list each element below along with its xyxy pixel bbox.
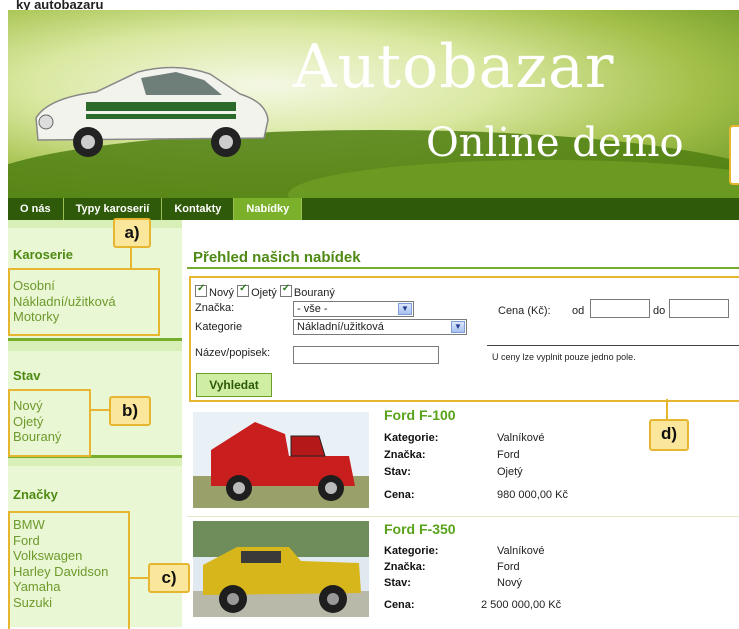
price-hint: U ceny lze vyplnit pouze jedno pole. <box>492 352 636 362</box>
offer-kategorie-value: Valníkové <box>497 545 545 557</box>
checkbox-ojety[interactable]: Ojetý <box>237 283 277 299</box>
connector-b <box>89 409 109 411</box>
offer-image[interactable] <box>193 412 369 508</box>
highlight-box-c <box>8 511 130 629</box>
offer-title[interactable]: Ford F-350 <box>384 521 456 537</box>
nazev-label: Název/popisek: <box>195 347 271 359</box>
sidebar-title-karoserie: Karoserie <box>13 247 73 262</box>
offer-title[interactable]: Ford F-100 <box>384 407 456 423</box>
od-label: od <box>572 305 585 317</box>
title-underline <box>187 267 739 269</box>
offer-kategorie-label: Kategorie: <box>384 545 439 557</box>
page-title: Přehled našich nabídek <box>193 249 361 266</box>
offer-znacka-value: Ford <box>497 449 520 461</box>
car-logo-image <box>35 66 269 157</box>
checkbox-group: Nový Ojetý Bouraný <box>195 283 335 299</box>
site-header: Autobazar Online demo <box>8 10 739 198</box>
hint-divider <box>487 345 739 346</box>
connector-c <box>128 577 148 579</box>
znacka-label: Značka: <box>195 302 235 314</box>
kategorie-label: Kategorie <box>195 321 243 333</box>
offer-card: Ford F-100 Kategorie: Valníkové Značka: … <box>187 407 739 519</box>
cena-label: Cena (Kč): <box>498 305 551 317</box>
do-label: do <box>653 305 666 317</box>
chevron-down-icon: ▼ <box>451 321 465 333</box>
offer-image[interactable] <box>193 521 369 617</box>
offer-znacka-value: Ford <box>497 561 520 573</box>
chevron-down-icon: ▼ <box>398 303 412 315</box>
offer-stav-value: Nový <box>497 577 523 589</box>
nav-item-typy-karoserii[interactable]: Typy karoserií <box>64 198 163 220</box>
search-button[interactable]: Vyhledat <box>196 373 272 397</box>
offer-kategorie-label: Kategorie: <box>384 432 439 444</box>
checkbox-bourany[interactable]: Bouraný <box>279 283 335 299</box>
sidebar-divider <box>8 338 182 341</box>
highlight-box-a <box>8 268 160 336</box>
offer-stav-label: Stav: <box>384 577 411 589</box>
cena-od-input[interactable] <box>590 299 650 318</box>
offer-znacka-label: Značka: <box>384 561 426 573</box>
offer-stav-value: Ojetý <box>497 466 523 478</box>
main-nav: O nás Typy karoserií Kontakty Nabídky <box>8 198 739 220</box>
cena-do-input[interactable] <box>669 299 729 318</box>
annotation-label-c: c) <box>148 563 190 593</box>
annotation-label-a: a) <box>113 218 151 248</box>
nazev-input[interactable] <box>293 346 439 364</box>
offer-stav-label: Stav: <box>384 466 411 478</box>
nav-item-o-nas[interactable]: O nás <box>8 198 64 220</box>
offer-separator <box>187 516 739 517</box>
nav-item-kontakty[interactable]: Kontakty <box>162 198 235 220</box>
offer-znacka-label: Značka: <box>384 449 426 461</box>
sidebar-title-stav: Stav <box>13 368 41 383</box>
highlight-box-b <box>8 389 91 457</box>
sidebar-title-znacky: Značky <box>13 487 58 502</box>
offer-cena-label: Cena: <box>384 489 415 501</box>
offer-cena-label: Cena: <box>384 599 415 611</box>
offer-cena-value: 2 500 000,00 Kč <box>481 599 562 611</box>
offer-card: Ford F-350 Kategorie: Valníkové Značka: … <box>187 521 739 627</box>
nav-item-nabidky[interactable]: Nabídky <box>234 198 303 220</box>
site-subtitle: Online demo <box>426 120 684 166</box>
offer-cena-value: 980 000,00 Kč <box>497 489 568 501</box>
checkbox-novy[interactable]: Nový <box>195 283 234 299</box>
side-tab <box>729 125 739 185</box>
kategorie-select[interactable]: Nákladní/užitková ▼ <box>293 319 467 335</box>
site-title: Autobazar <box>293 32 615 102</box>
connector-a <box>130 245 132 268</box>
offer-kategorie-value: Valníkové <box>497 432 545 444</box>
znacka-select[interactable]: - vše - ▼ <box>293 301 414 317</box>
annotation-label-b: b) <box>109 396 151 426</box>
